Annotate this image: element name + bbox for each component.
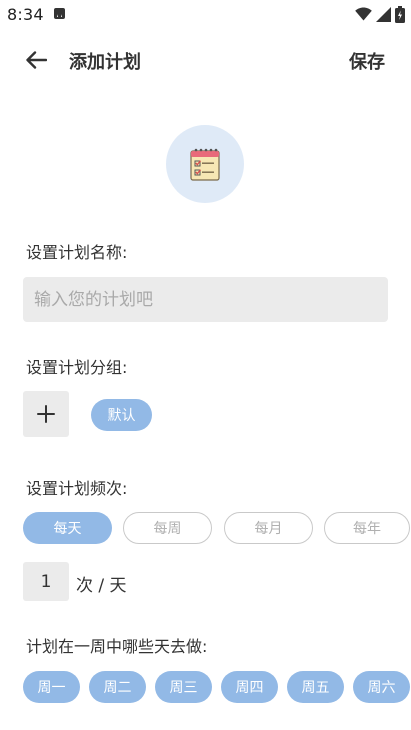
plus-icon [37,405,55,423]
save-button[interactable]: 保存 [349,48,385,74]
weekday-chip-sat[interactable]: 周六 [353,671,410,703]
page-title: 添加计划 [69,52,141,73]
plan-icon-button[interactable] [166,125,244,203]
frequency-unit: 次 / 天 [76,576,127,596]
frequency-option-yearly[interactable]: 每年 [324,512,410,544]
plan-name-input[interactable] [23,277,388,322]
signal-icon [376,6,391,22]
weekday-chip-wed[interactable]: 周三 [155,671,212,703]
weekdays-label: 计划在一周中哪些天去做: [26,637,208,656]
add-group-button[interactable] [23,391,69,437]
app-bar: 添加计划 保存 [0,38,411,82]
frequency-option-weekly[interactable]: 每周 [123,512,212,544]
battery-icon [395,5,405,23]
status-time: 8:34 [7,5,44,24]
weekday-chip-tue[interactable]: 周二 [89,671,146,703]
arrow-left-icon [26,51,47,69]
weekday-chip-fri[interactable]: 周五 [287,671,344,703]
frequency-count-input[interactable]: 1 [23,562,69,601]
plan-group-label: 设置计划分组: [26,358,128,377]
weekday-chip-thu[interactable]: 周四 [221,671,278,703]
plan-name-label: 设置计划名称: [26,243,128,262]
wifi-icon [355,7,372,21]
frequency-option-daily[interactable]: 每天 [23,512,112,544]
status-bar: 8:34 [0,0,411,28]
weekday-chip-mon[interactable]: 周一 [23,671,80,703]
status-icons [355,5,405,23]
notification-a-icon [54,8,65,19]
frequency-option-monthly[interactable]: 每月 [224,512,313,544]
notepad-checklist-icon [190,148,220,181]
group-chip-default[interactable]: 默认 [91,399,152,431]
plan-frequency-label: 设置计划频次: [26,479,128,498]
back-button[interactable] [20,46,52,74]
